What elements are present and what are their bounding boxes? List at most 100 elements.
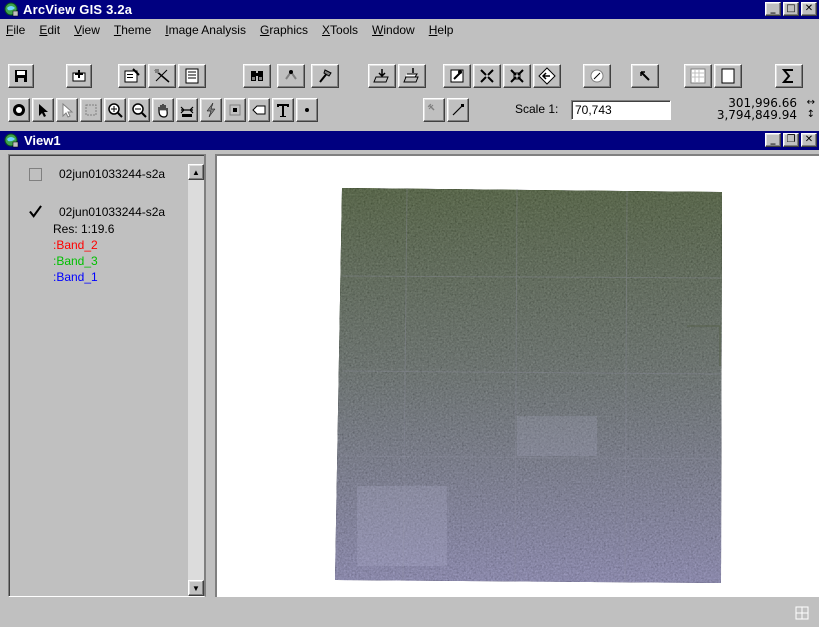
- zoom-previous-button[interactable]: [533, 64, 561, 88]
- legend-editor-icon: [154, 69, 170, 83]
- view-title: View1: [24, 133, 61, 148]
- layout-grid-icon: [795, 606, 809, 620]
- zoom-in-tool-button[interactable]: [104, 98, 126, 122]
- diamond-arrow-icon: [538, 67, 556, 85]
- measure-tool-button[interactable]: [176, 98, 198, 122]
- toc-scrollbar[interactable]: ▲ ▼: [188, 164, 204, 596]
- zoom-themes-icon: [403, 68, 419, 83]
- vertex-edit-tool-button[interactable]: [56, 98, 78, 122]
- tool-bar: [0, 96, 819, 124]
- band-blue-label: :Band_1: [53, 270, 98, 284]
- zoom-in-arrows-icon: [480, 69, 494, 83]
- edit-legend-button[interactable]: [148, 64, 176, 88]
- theme-visibility-checkbox-1[interactable]: [29, 168, 42, 181]
- app-title: ArcView GIS 3.2a: [23, 2, 133, 17]
- hotlink-tool-button[interactable]: [200, 98, 222, 122]
- coordinate-readout: 301,996.66 3,794,849.94: [717, 97, 797, 121]
- vertical-arrow-icon: ↕: [806, 109, 815, 120]
- zoom-in-button[interactable]: [473, 64, 501, 88]
- select-feature-tool-button[interactable]: [80, 98, 102, 122]
- add-theme-button[interactable]: [66, 64, 92, 88]
- zoom-extent-icon: [373, 69, 389, 83]
- snap-tool-button[interactable]: [423, 98, 445, 122]
- band-green-label: :Band_3: [53, 254, 98, 268]
- menu-graphics[interactable]: Graphics: [260, 23, 308, 37]
- horizontal-arrow-icon: ↔: [806, 97, 815, 108]
- open-theme-table-button[interactable]: [178, 64, 206, 88]
- save-project-button[interactable]: [8, 64, 34, 88]
- close-icon[interactable]: ✕: [801, 2, 817, 16]
- snap-icon: [427, 103, 435, 111]
- zoom-to-active-themes-button[interactable]: [398, 64, 426, 88]
- draw-point-tool-button[interactable]: [296, 98, 318, 122]
- zoom-to-full-extent-button[interactable]: [368, 64, 396, 88]
- locate-icon: [285, 70, 297, 80]
- view-close-icon[interactable]: ✕: [801, 133, 817, 147]
- help-arrow-icon: [640, 71, 650, 81]
- scroll-up-icon[interactable]: ▲: [188, 164, 204, 180]
- menu-window[interactable]: Window: [372, 23, 415, 37]
- sigma-icon: [781, 69, 793, 83]
- layout-button[interactable]: [684, 64, 712, 88]
- help-button[interactable]: [631, 64, 659, 88]
- menu-help[interactable]: Help: [429, 23, 454, 37]
- magnifier-plus-icon: [108, 103, 123, 118]
- status-bar: [0, 600, 819, 627]
- zoom-out-tool-button[interactable]: [128, 98, 150, 122]
- menu-bar: File Edit View Theme Image Analysis Grap…: [0, 20, 819, 40]
- select-rect-icon: [85, 104, 97, 116]
- label-tool-button[interactable]: [248, 98, 270, 122]
- hammer-icon: [319, 69, 332, 83]
- query-builder-button[interactable]: [311, 64, 339, 88]
- theme-resolution: Res: 1:19.6: [53, 222, 115, 236]
- floppy-disk-icon: [15, 70, 27, 82]
- app-title-bar: ArcView GIS 3.2a _ □ ✕: [0, 0, 819, 19]
- maximize-icon[interactable]: □: [783, 2, 799, 16]
- line-draw-icon: [452, 104, 464, 116]
- draw-line-tool-button[interactable]: [447, 98, 469, 122]
- scale-label: Scale 1:: [515, 102, 559, 116]
- measure-icon: [180, 106, 194, 117]
- zoom-out-arrows-icon: [510, 69, 524, 83]
- theme-name-1: 02jun01033244-s2a: [59, 167, 166, 181]
- arcview-globe-icon: [4, 2, 19, 17]
- summarize-button[interactable]: [775, 64, 803, 88]
- minimize-icon[interactable]: _: [765, 2, 781, 16]
- menu-view[interactable]: View: [74, 23, 100, 37]
- lightning-icon: [206, 102, 216, 118]
- theme-properties-button[interactable]: [118, 64, 146, 88]
- select-features-button[interactable]: [583, 64, 611, 88]
- zoom-to-selected-button[interactable]: [443, 64, 471, 88]
- select-circle-icon: [590, 69, 604, 83]
- find-button[interactable]: [243, 64, 271, 88]
- menu-image-analysis[interactable]: Image Analysis: [165, 23, 246, 37]
- add-theme-icon: [72, 70, 86, 82]
- binoculars-icon: [251, 71, 263, 81]
- menu-file[interactable]: File: [6, 23, 25, 37]
- blank-view-button[interactable]: [714, 64, 742, 88]
- table-of-contents: 02jun01033244-s2a 02jun01033244-s2a Res:…: [8, 154, 206, 597]
- menu-xtools[interactable]: XTools: [322, 23, 358, 37]
- view-minimize-icon[interactable]: _: [765, 133, 781, 147]
- aoi-icon: [229, 104, 241, 116]
- text-tool-button[interactable]: [272, 98, 294, 122]
- theme-name-2: 02jun01033244-s2a: [59, 205, 166, 219]
- view-globe-icon: [4, 133, 19, 148]
- locate-address-button[interactable]: [277, 64, 305, 88]
- magnifier-minus-icon: [132, 103, 147, 118]
- zoom-out-button[interactable]: [503, 64, 531, 88]
- view-restore-icon[interactable]: ❐: [783, 133, 799, 147]
- scale-input[interactable]: 70,743: [571, 100, 671, 120]
- menu-edit[interactable]: Edit: [39, 23, 60, 37]
- theme-visibility-checkmark-icon[interactable]: [29, 205, 42, 218]
- map-display[interactable]: [215, 154, 819, 597]
- menu-theme[interactable]: Theme: [114, 23, 151, 37]
- area-of-interest-tool-button[interactable]: [224, 98, 246, 122]
- label-tag-icon: [252, 105, 266, 115]
- point-dot-icon: [305, 108, 309, 112]
- identify-tool-button[interactable]: [8, 98, 30, 122]
- zoom-selected-icon: [450, 69, 464, 83]
- scroll-down-icon[interactable]: ▼: [188, 580, 204, 596]
- pan-tool-button[interactable]: [152, 98, 174, 122]
- pointer-tool-button[interactable]: [32, 98, 54, 122]
